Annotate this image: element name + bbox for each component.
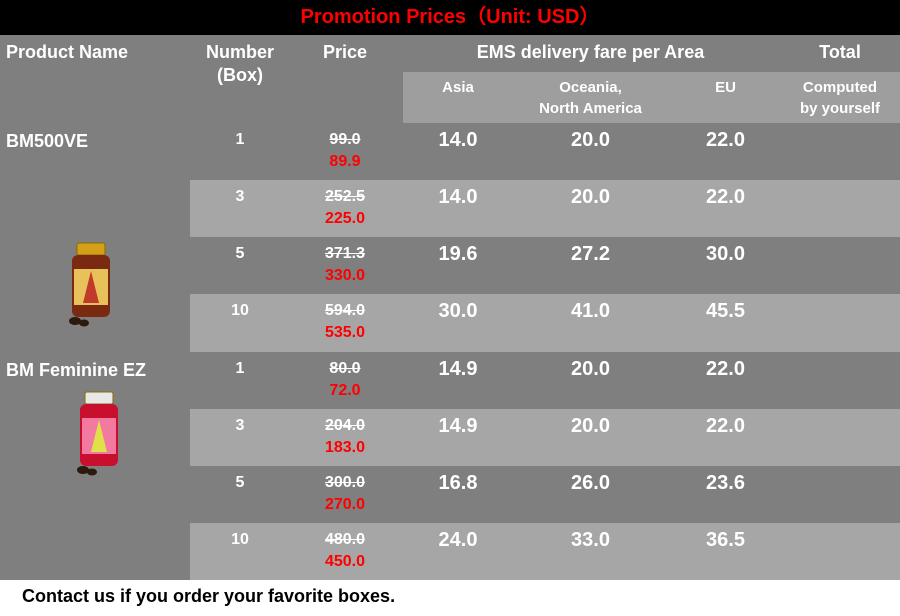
sale-price: 535.0 (324, 324, 366, 342)
regular-price: 252.5 (324, 188, 366, 206)
sale-price: 183.0 (324, 438, 366, 456)
box-count: 10 (231, 302, 249, 320)
fare-eu: 22.0 (706, 357, 745, 380)
header-number: Number (205, 42, 274, 62)
fare-oceania-north-america: 20.0 (571, 357, 610, 380)
bottle-shape (69, 242, 110, 327)
box-count: 5 (235, 245, 245, 263)
fare-asia: 30.0 (438, 300, 478, 323)
sale-price: 270.0 (324, 495, 366, 513)
total-line2: by yourself (799, 100, 881, 117)
regular-price: 594.0 (324, 302, 366, 320)
fare-asia: 16.8 (438, 471, 478, 494)
area-eu: EU (715, 79, 736, 96)
area-oceania-line1: Oceania, (559, 79, 622, 96)
fare-eu: 22.0 (706, 414, 745, 437)
page-title: Promotion Prices（Unit: USD） (300, 6, 600, 28)
area-oceania-line2: North America (539, 100, 642, 117)
regular-price: 300.0 (324, 473, 366, 491)
sale-price: 450.0 (324, 552, 366, 570)
fare-oceania-north-america: 20.0 (571, 414, 610, 437)
product-name: BM500VE (6, 131, 89, 151)
regular-price: 80.0 (329, 359, 361, 377)
fare-oceania-north-america: 26.0 (571, 471, 610, 494)
total-line1: Computed (802, 79, 878, 96)
fare-asia: 14.0 (438, 186, 478, 209)
footer-note: Contact us if you order your favorite bo… (22, 586, 396, 606)
fare-oceania-north-america: 41.0 (571, 300, 610, 323)
box-count: 1 (235, 359, 245, 377)
sale-price: 72.0 (329, 381, 361, 399)
fare-oceania-north-america: 33.0 (571, 528, 610, 551)
regular-price: 99.0 (329, 131, 361, 148)
fare-oceania-north-america: 27.2 (571, 243, 610, 266)
fare-eu: 22.0 (706, 186, 745, 209)
fare-oceania-north-america: 20.0 (571, 186, 610, 209)
box-count: 5 (235, 473, 245, 491)
fare-asia: 14.9 (438, 357, 478, 380)
sale-price: 225.0 (324, 210, 366, 228)
box-count: 3 (235, 188, 245, 206)
fare-eu: 22.0 (706, 129, 745, 151)
supplement-bottle-gold-icon (64, 241, 118, 327)
fare-eu: 45.5 (706, 300, 745, 323)
header-total: Total (819, 42, 861, 62)
regular-price: 480.0 (324, 530, 366, 548)
fare-eu: 30.0 (706, 243, 745, 266)
box-count: 1 (235, 131, 245, 148)
supplement-bottle-pink-icon (72, 390, 126, 476)
fare-asia: 24.0 (438, 528, 478, 551)
sale-price: 89.9 (329, 153, 361, 170)
area-asia: Asia (442, 79, 474, 96)
fare-oceania-north-america: 20.0 (571, 129, 610, 151)
fare-eu: 36.5 (706, 528, 745, 551)
fare-eu: 23.6 (706, 471, 745, 494)
header-number-unit: (Box) (217, 65, 263, 85)
fare-asia: 14.0 (438, 129, 478, 151)
box-count: 10 (231, 530, 249, 548)
header-ems: EMS delivery fare per Area (476, 42, 705, 62)
fare-asia: 19.6 (438, 243, 478, 266)
bottle-shape (77, 391, 118, 475)
regular-price: 204.0 (324, 416, 366, 434)
box-count: 3 (235, 416, 245, 434)
regular-price: 371.3 (324, 245, 366, 263)
fare-asia: 14.9 (438, 414, 478, 437)
sale-price: 330.0 (324, 267, 366, 285)
header-product-name: Product Name (6, 42, 129, 62)
product-name: BM Feminine EZ (6, 359, 147, 380)
header-price: Price (322, 42, 368, 62)
